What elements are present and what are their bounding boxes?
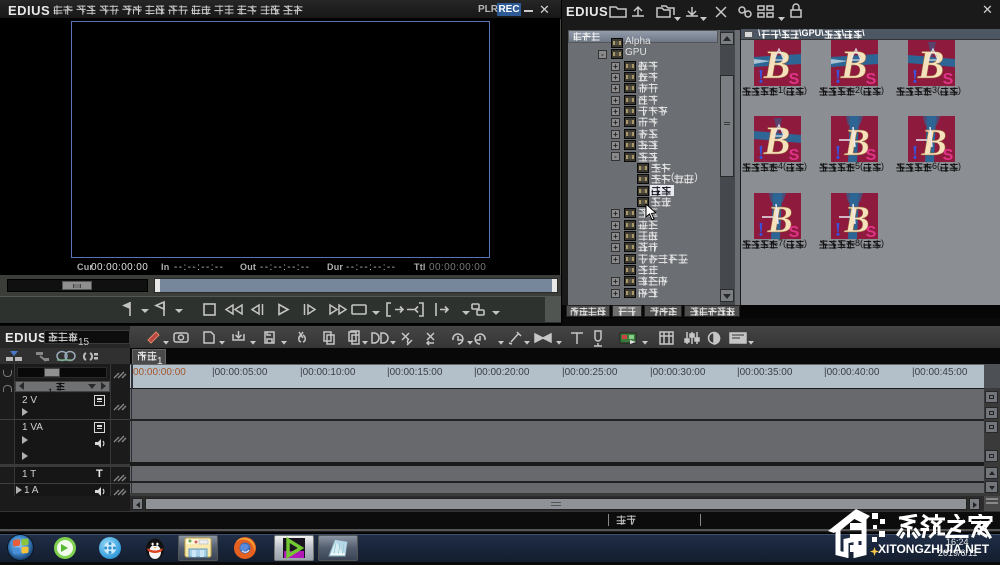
svg-text:!: ! <box>835 142 842 162</box>
svg-text:!: ! <box>912 142 919 162</box>
svg-text:!: ! <box>835 66 842 86</box>
svg-text:S: S <box>866 224 877 239</box>
svg-text:!: ! <box>758 142 765 162</box>
svg-text:B: B <box>917 42 945 86</box>
svg-text:!: ! <box>835 219 842 239</box>
svg-text:S: S <box>943 147 954 162</box>
svg-text:!: ! <box>758 219 765 239</box>
svg-text:S: S <box>943 71 954 86</box>
svg-text:B: B <box>763 42 791 86</box>
svg-text:S: S <box>789 147 800 162</box>
svg-text:S: S <box>789 224 800 239</box>
svg-text:B: B <box>840 42 868 86</box>
svg-text:!: ! <box>912 66 919 86</box>
svg-text:B: B <box>763 118 791 162</box>
svg-text:S: S <box>789 71 800 86</box>
svg-text:S: S <box>866 71 877 86</box>
svg-text:S: S <box>866 147 877 162</box>
svg-text:!: ! <box>758 66 765 86</box>
